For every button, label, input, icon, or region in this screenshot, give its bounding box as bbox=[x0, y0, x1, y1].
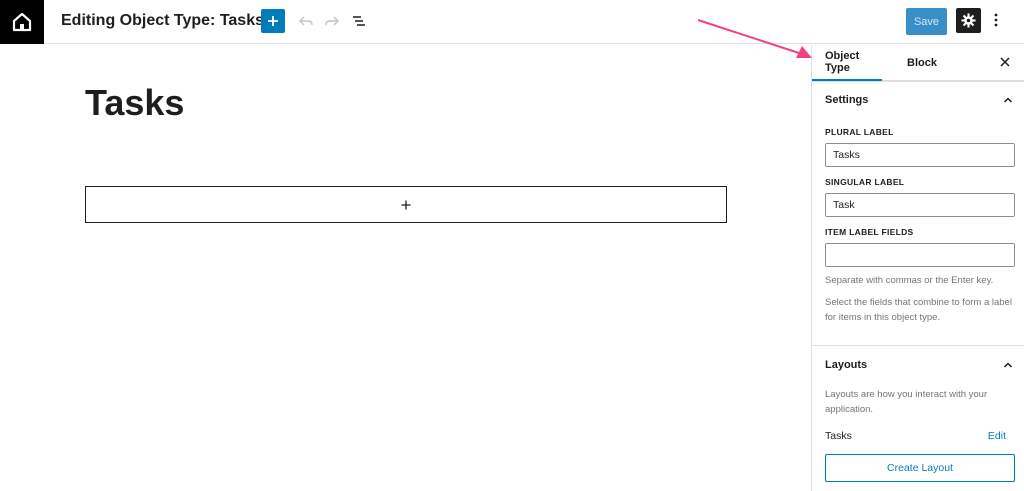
redo-icon bbox=[325, 16, 339, 26]
sidebar-tabs: Object Type Block bbox=[812, 45, 1024, 81]
layout-item-name: Tasks bbox=[825, 430, 852, 442]
item-label-fields-help: Separate with commas or the Enter key. bbox=[825, 275, 994, 286]
close-icon bbox=[1000, 57, 1010, 67]
plus-icon bbox=[268, 16, 278, 26]
plus-icon bbox=[401, 200, 411, 209]
layout-item: Tasks Edit bbox=[825, 430, 1006, 442]
tab-block[interactable]: Block bbox=[907, 45, 937, 81]
layouts-panel-title: Layouts bbox=[825, 359, 868, 371]
block-appender-button[interactable] bbox=[85, 186, 727, 223]
plural-label-input[interactable]: Tasks bbox=[825, 143, 1015, 167]
item-label-fields-input[interactable] bbox=[825, 243, 1015, 267]
document-title: Editing Object Type: Tasks bbox=[61, 12, 264, 29]
singular-label-label: SINGULAR LABEL bbox=[825, 177, 905, 187]
site-logo-button[interactable] bbox=[0, 0, 44, 44]
chevron-up-icon bbox=[1003, 97, 1013, 103]
settings-panel-toggle[interactable]: Settings bbox=[812, 82, 1024, 118]
divider bbox=[812, 81, 1024, 82]
layouts-panel-toggle[interactable]: Layouts bbox=[812, 347, 1024, 383]
settings-sidebar: Object Type Block Settings PLURAL LABEL … bbox=[811, 45, 1024, 491]
more-options-button[interactable] bbox=[987, 9, 1005, 31]
home-icon bbox=[12, 12, 32, 32]
close-sidebar-button[interactable] bbox=[998, 55, 1012, 69]
gear-icon bbox=[961, 13, 976, 28]
item-label-fields-label: ITEM LABEL FIELDS bbox=[825, 227, 914, 237]
singular-label-input[interactable]: Task bbox=[825, 193, 1015, 217]
list-view-icon bbox=[353, 16, 365, 26]
undo-button[interactable] bbox=[296, 11, 316, 31]
plural-label-label: PLURAL LABEL bbox=[825, 127, 894, 137]
add-block-button[interactable] bbox=[261, 9, 285, 33]
create-layout-button[interactable]: Create Layout bbox=[825, 454, 1015, 482]
object-type-title[interactable]: Tasks bbox=[85, 82, 184, 124]
list-view-button[interactable] bbox=[349, 11, 369, 31]
settings-toggle-button[interactable] bbox=[956, 8, 981, 33]
more-vertical-icon bbox=[994, 13, 998, 27]
save-button[interactable]: Save bbox=[906, 8, 947, 35]
item-label-fields-description: Select the fields that combine to form a… bbox=[825, 297, 1012, 323]
settings-panel-title: Settings bbox=[825, 94, 869, 106]
redo-button[interactable] bbox=[322, 11, 342, 31]
undo-icon bbox=[299, 16, 313, 26]
chevron-up-icon bbox=[1003, 362, 1013, 368]
tab-object-type[interactable]: Object Type bbox=[812, 45, 882, 81]
divider bbox=[812, 345, 1024, 346]
layouts-description: Layouts are how you interact with your a… bbox=[825, 389, 988, 415]
top-toolbar: Editing Object Type: Tasks Save bbox=[0, 0, 1024, 44]
editor-canvas: Tasks bbox=[0, 45, 811, 491]
layout-edit-link[interactable]: Edit bbox=[988, 430, 1006, 442]
